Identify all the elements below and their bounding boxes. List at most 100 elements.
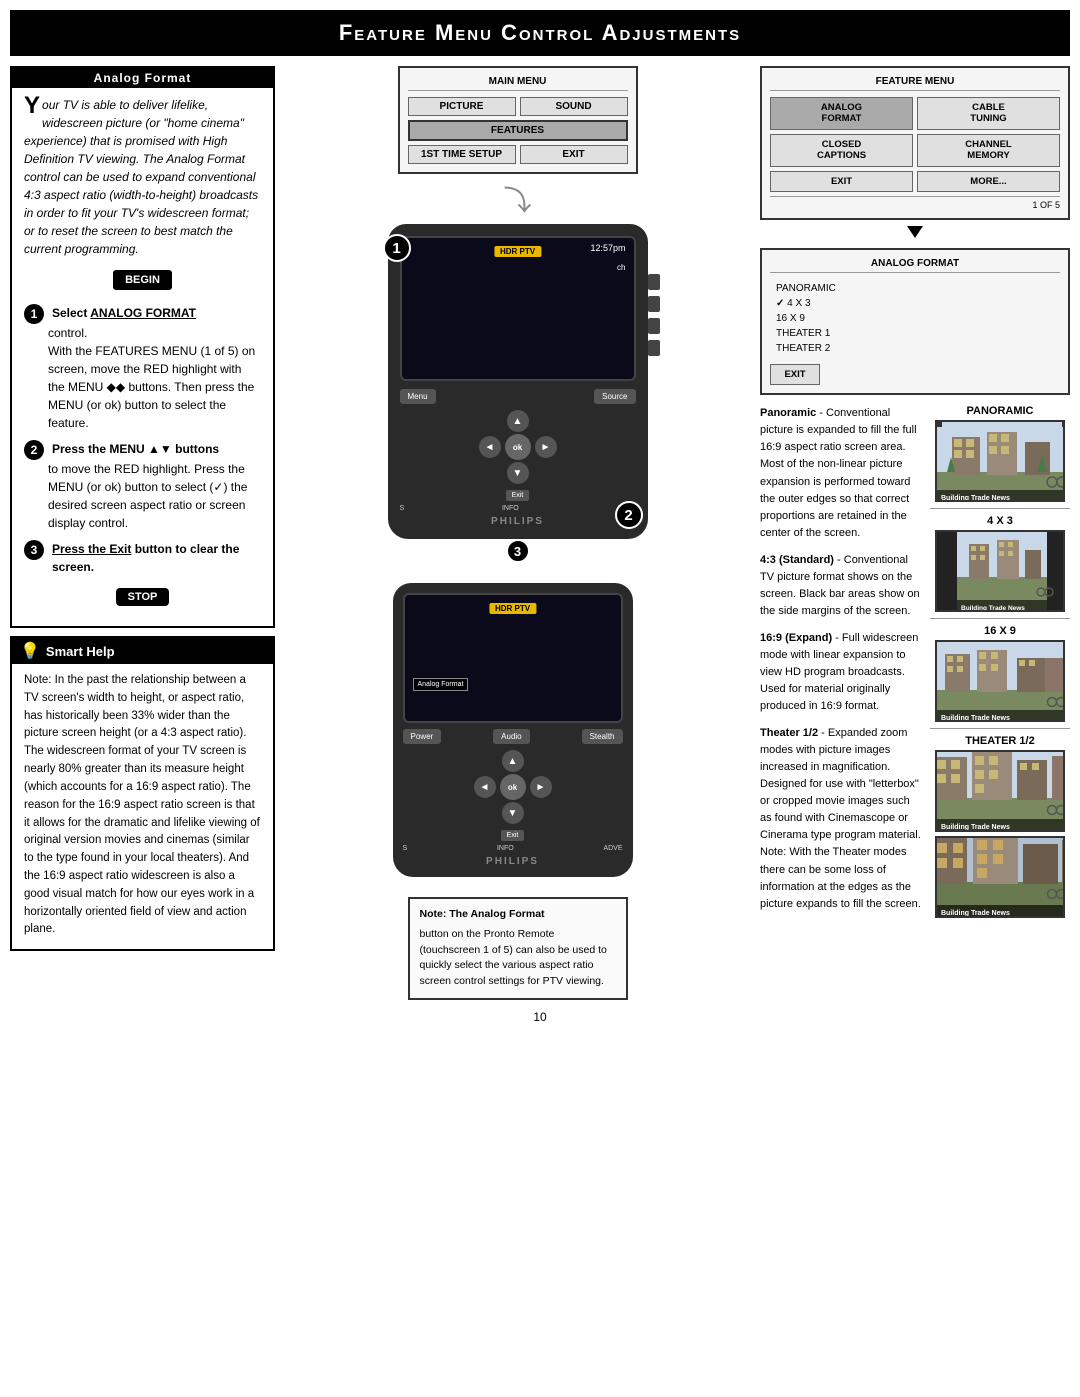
divider-1	[930, 508, 1070, 509]
channel-num: ch	[617, 263, 625, 272]
right-thumbs: PANORAMIC	[930, 405, 1070, 922]
power-btn[interactable]: Power	[403, 729, 442, 744]
begin-button[interactable]: BEGIN	[113, 270, 172, 290]
second-tv-body: HDR PTV Analog Format Power Audio Stealt…	[393, 583, 633, 877]
thumb-theater-1: Building Trade News	[935, 750, 1065, 832]
source-btn-tv[interactable]: Source	[594, 389, 635, 404]
desc-4x3-title: 4:3 (Standard)	[760, 554, 834, 566]
step-3-area: 3	[506, 539, 530, 563]
curved-arrow-1: ⤵	[503, 179, 531, 219]
mode-label-4x3: 4 X 3	[987, 515, 1013, 527]
side-btn-2[interactable]	[648, 296, 660, 312]
desc-panoramic-title: Panoramic	[760, 407, 816, 419]
overlay-number-2: 2	[615, 501, 643, 529]
svg-text:Building Trade News: Building Trade News	[941, 715, 1010, 722]
audio-btn[interactable]: Audio	[493, 729, 529, 744]
main-tv-screen: 12:57pm HDR PTV ch	[400, 236, 636, 381]
option-16x9[interactable]: 16 X 9	[776, 311, 1054, 326]
desc-16x9: 16:9 (Expand) - Full widescreen mode wit…	[760, 630, 924, 715]
note-box: Note: The Analog Format button on the Pr…	[408, 897, 628, 1000]
hdr-ptv-badge-2: HDR PTV	[489, 603, 536, 614]
page-number: 10	[10, 1010, 1070, 1029]
nav-arrow-left[interactable]: ◄	[479, 436, 501, 458]
16x9-svg: Building Trade News	[937, 642, 1065, 722]
step-2: 2 Press the MENU ▲▼ buttons to move the …	[24, 440, 261, 532]
menu-btn-tv[interactable]: Menu	[400, 389, 436, 404]
svg-text:Building Trade News: Building Trade News	[941, 824, 1010, 831]
page-title: Feature Menu Control Adjustments	[10, 10, 1070, 56]
mode-row-theater: THEATER 1/2	[930, 735, 1070, 832]
feature-menu-title: FEATURE MENU	[770, 76, 1060, 91]
nav-arrow-right[interactable]: ►	[535, 436, 557, 458]
feature-btn-exit[interactable]: EXIT	[770, 171, 913, 192]
menu-btn-setup[interactable]: 1ST TIME SETUP	[408, 145, 516, 164]
menu-btn-picture[interactable]: PICTURE	[408, 97, 516, 116]
down-arrow-1	[760, 226, 1070, 238]
nav-arrow-up[interactable]: ▲	[507, 410, 529, 432]
option-4x3[interactable]: 4 X 3	[776, 296, 1054, 311]
nav-arrow-down[interactable]: ▼	[507, 462, 529, 484]
begin-wrapper: BEGIN	[24, 264, 261, 296]
info-label-2: INFO	[497, 845, 514, 852]
nav-ok-btn-2[interactable]: ok	[500, 774, 526, 800]
desc-16x9-title: 16:9 (Expand)	[760, 632, 832, 644]
side-btn-1[interactable]	[648, 274, 660, 290]
mode-row-4x3: 4 X 3	[930, 515, 1070, 612]
analog-exit-btn[interactable]: EXIT	[770, 364, 820, 385]
step-2-body: to move the RED highlight. Press the MEN…	[48, 460, 261, 532]
theater2-svg: Building Trade News	[937, 838, 1065, 918]
feature-btn-memory[interactable]: CHANNELMEMORY	[917, 134, 1060, 167]
mode-label-panoramic: PANORAMIC	[966, 405, 1033, 417]
feature-btn-more[interactable]: MORE...	[917, 171, 1060, 192]
option-panoramic[interactable]: PANORAMIC	[776, 281, 1054, 296]
nav-arrow-up-2[interactable]: ▲	[502, 750, 524, 772]
desc-panoramic-body: - Conventional picture is expanded to fi…	[760, 407, 917, 538]
menu-btn-exit[interactable]: EXIT	[520, 145, 628, 164]
nav-cluster-2: ▲ ◄ ok ► ▼	[403, 750, 623, 826]
step-2-title: Press the MENU ▲▼ buttons	[52, 440, 219, 458]
theater1-svg: Building Trade News	[937, 752, 1065, 832]
step-3-number: 3	[24, 540, 44, 560]
remote-row-2: Power Audio Stealth	[403, 729, 623, 744]
nav-arrow-down-2[interactable]: ▼	[502, 802, 524, 824]
philips-logo-lower: PHILIPS	[403, 856, 623, 867]
menu-btn-features[interactable]: FEATURES	[408, 120, 628, 141]
descriptions: Panoramic - Conventional picture is expa…	[760, 405, 924, 922]
svg-text:Building Trade News: Building Trade News	[961, 605, 1025, 612]
feature-menu-grid: ANALOGFORMAT CABLETUNING CLOSEDCAPTIONS …	[770, 97, 1060, 192]
feature-btn-cable[interactable]: CABLETUNING	[917, 97, 1060, 130]
stealth-btn[interactable]: Stealth	[582, 729, 623, 744]
step-3-title: Press the Exit button to clear the scree…	[52, 540, 261, 576]
option-theater2[interactable]: THEATER 2	[776, 341, 1054, 356]
step-1: 1 Select ANALOG FORMAT control. With the…	[24, 304, 261, 432]
desc-panoramic: Panoramic - Conventional picture is expa…	[760, 405, 924, 541]
mode-row-theater-2: Building Trade News	[930, 836, 1070, 918]
feature-btn-analog[interactable]: ANALOGFORMAT	[770, 97, 913, 130]
second-tv-screen: HDR PTV Analog Format	[403, 593, 623, 723]
menu-btn-sound[interactable]: SOUND	[520, 97, 628, 116]
stop-button[interactable]: STOP	[116, 588, 170, 606]
desc-theater-title: Theater 1/2	[760, 727, 818, 739]
feature-btn-captions[interactable]: CLOSEDCAPTIONS	[770, 134, 913, 167]
info-row: S INFO ADVE	[400, 505, 636, 512]
right-column: FEATURE MENU ANALOGFORMAT CABLETUNING CL…	[760, 66, 1070, 1000]
hdr-ptv-badge: HDR PTV	[494, 246, 541, 257]
nav-ok-btn[interactable]: ok	[505, 434, 531, 460]
nav-arrow-left-2[interactable]: ◄	[474, 776, 496, 798]
nav-cluster: ▲ ◄ ok ► ▼	[400, 410, 636, 486]
nav-arrow-right-2[interactable]: ►	[530, 776, 552, 798]
tv-device-upper: 1 12:57pm HDR PTV ch	[383, 224, 653, 539]
analog-format-text: Your TV is able to deliver lifelike, wid…	[24, 96, 261, 258]
side-btn-4[interactable]	[648, 340, 660, 356]
info-label: INFO	[502, 505, 519, 512]
exit-btn-tv-2[interactable]: Exit	[501, 830, 525, 841]
step-3: 3 Press the Exit button to clear the scr…	[24, 540, 261, 576]
right-content: Panoramic - Conventional picture is expa…	[760, 405, 1070, 922]
tv-device-lower: HDR PTV Analog Format Power Audio Stealt…	[393, 583, 643, 877]
option-theater1[interactable]: THEATER 1	[776, 326, 1054, 341]
analog-format-box: Analog Format Your TV is able to deliver…	[10, 66, 275, 628]
info-s-2: S	[403, 845, 408, 852]
side-btn-3[interactable]	[648, 318, 660, 334]
main-menu-grid: PICTURE SOUND FEATURES 1ST TIME SETUP EX…	[408, 97, 628, 164]
exit-btn-tv[interactable]: Exit	[506, 490, 530, 501]
